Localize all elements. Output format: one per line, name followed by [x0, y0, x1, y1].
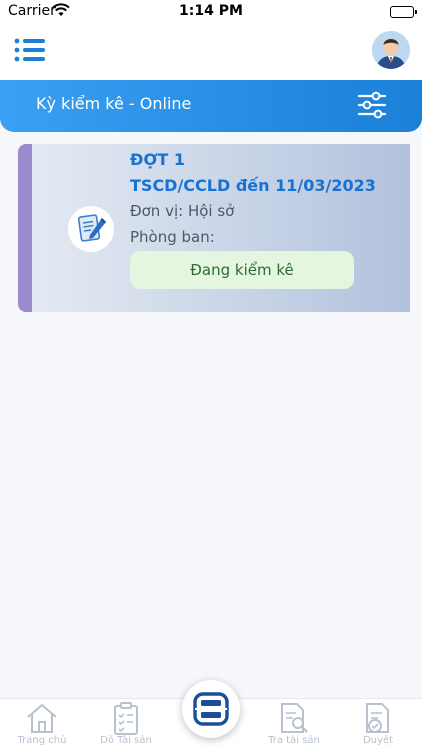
inventory-department: Phòng ban: — [130, 228, 215, 246]
tab-approve[interactable]: Duyệt — [336, 699, 420, 750]
card-accent-bar — [18, 144, 32, 312]
inventory-period-card[interactable]: ĐỢT 1 TSCD/CCLD đến 11/03/2023 Đơn vị: H… — [18, 144, 410, 312]
page-title: Kỳ kiểm kê - Online — [36, 94, 192, 113]
inventory-unit: Đơn vị: Hội sở — [130, 202, 235, 220]
scan-icon — [193, 692, 229, 726]
inventory-round: ĐỢT 1 — [130, 150, 185, 169]
clock: 1:14 PM — [179, 3, 243, 19]
document-pen-icon — [68, 206, 114, 252]
status-bar: Carrier 1:14 PM — [0, 0, 422, 24]
status-badge: Đang kiểm kê — [130, 251, 354, 289]
tab-label-home: Trang chủ — [17, 735, 67, 746]
tab-label-asset-check: Dò Tài sản — [100, 735, 152, 746]
menu-icon[interactable] — [14, 36, 46, 64]
tab-label-approve: Duyệt — [362, 735, 394, 746]
home-icon — [27, 704, 57, 733]
tab-home[interactable]: Trang chủ — [0, 699, 84, 750]
search-document-icon — [281, 703, 308, 733]
inventory-asset-title: TSCD/CCLD đến 11/03/2023 — [130, 176, 376, 195]
scan-button[interactable] — [182, 680, 240, 738]
battery-icon — [390, 6, 417, 18]
tab-asset-lookup[interactable]: Tra tài sản — [252, 699, 336, 750]
filter-sliders-icon[interactable] — [356, 90, 388, 120]
user-avatar[interactable] — [372, 31, 410, 69]
tab-label-asset-lookup: Tra tài sản — [268, 735, 320, 746]
title-bar: Kỳ kiểm kê - Online — [0, 80, 422, 132]
tab-asset-check[interactable]: Dò Tài sản — [84, 699, 168, 750]
approve-document-icon — [366, 703, 389, 733]
checklist-icon — [114, 702, 138, 735]
app-header — [0, 24, 422, 80]
